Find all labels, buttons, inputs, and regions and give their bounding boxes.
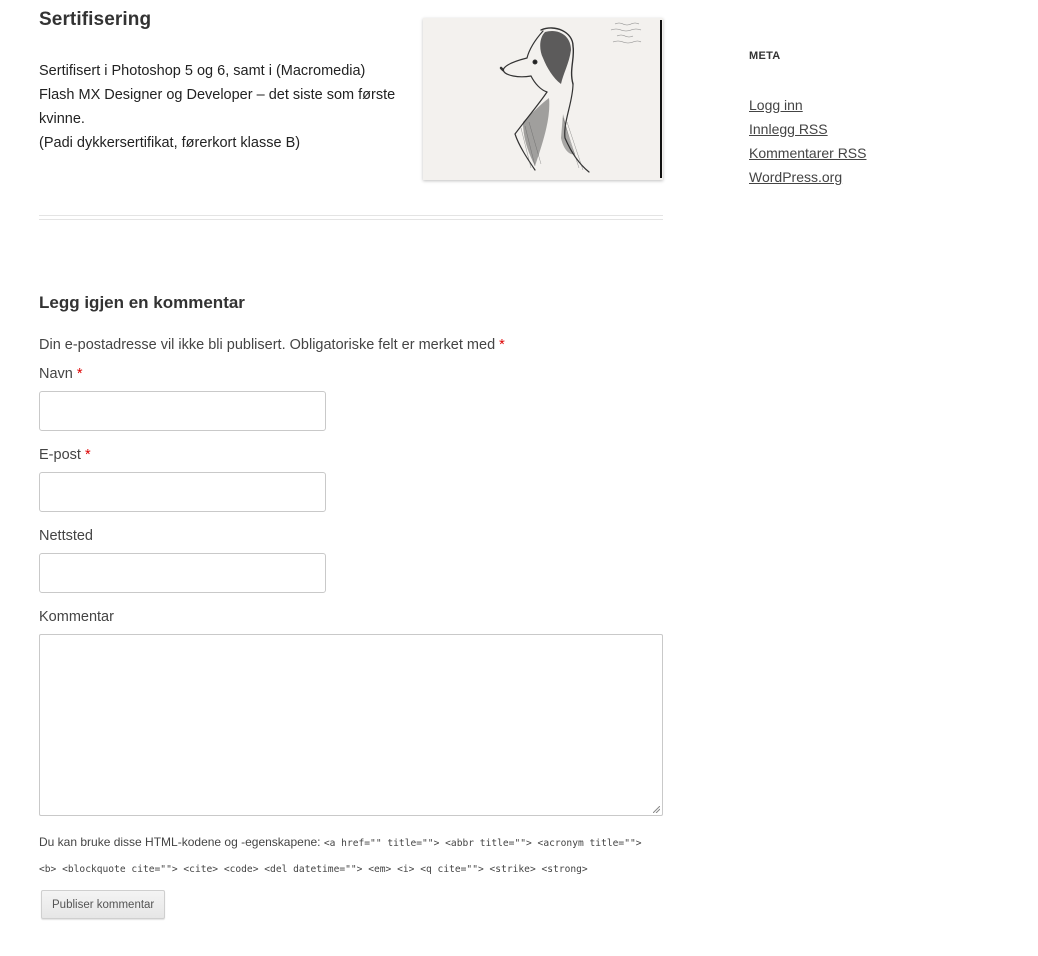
- required-marker: *: [84, 447, 91, 463]
- meta-widget-title: META: [749, 50, 781, 62]
- name-label: Navn *: [39, 366, 83, 382]
- meta-item: Innlegg RSS: [749, 117, 866, 141]
- name-input[interactable]: [39, 391, 326, 431]
- wordpress-org-link[interactable]: WordPress.org: [749, 169, 842, 185]
- certification-title: Sertifisering: [39, 9, 152, 30]
- name-label-text: Navn: [39, 366, 73, 382]
- separator: [39, 219, 663, 220]
- comment-label: Kommentar: [39, 609, 114, 625]
- url-label: Nettsted: [39, 528, 93, 544]
- login-link[interactable]: Logg inn: [749, 97, 803, 113]
- comment-textarea[interactable]: [39, 634, 663, 816]
- certification-line: (Padi dykkersertifikat, førerkort klasse…: [39, 135, 301, 151]
- allowed-tags-code: <b> <blockquote cite=""> <cite> <code> <…: [39, 864, 588, 875]
- allowed-tags-code: <a href="" title=""> <abbr title=""> <ac…: [323, 838, 642, 849]
- meta-item: Kommentarer RSS: [749, 141, 866, 165]
- comment-notes: Din e-postadresse vil ikke bli publisert…: [39, 337, 505, 353]
- certification-line: Sertifisert i Photoshop 5 og 6, samt i (…: [39, 63, 366, 79]
- required-marker: *: [76, 366, 83, 382]
- allowed-tags-line: Du kan bruke disse HTML-kodene og -egens…: [39, 830, 679, 856]
- comment-notes-text: Din e-postadresse vil ikke bli publisert…: [39, 337, 496, 353]
- certification-line: Flash MX Designer og Developer – det sis…: [39, 87, 396, 103]
- submit-comment-button[interactable]: Publiser kommentar: [41, 890, 166, 919]
- required-marker: *: [499, 337, 505, 353]
- certification-line: kvinne.: [39, 111, 85, 127]
- separator: [39, 215, 663, 216]
- meta-links: Logg inn Innlegg RSS Kommentarer RSS Wor…: [749, 93, 866, 189]
- email-input[interactable]: [39, 472, 326, 512]
- meta-item: Logg inn: [749, 93, 866, 117]
- reply-title: Legg igjen en kommentar: [39, 293, 245, 312]
- meta-item: WordPress.org: [749, 165, 866, 189]
- entries-rss-link[interactable]: Innlegg RSS: [749, 121, 828, 137]
- allowed-tags: Du kan bruke disse HTML-kodene og -egens…: [39, 830, 679, 882]
- email-label: E-post *: [39, 447, 91, 463]
- dog-sketch-image[interactable]: [423, 18, 663, 180]
- certification-text: Sertifisert i Photoshop 5 og 6, samt i (…: [39, 59, 409, 155]
- allowed-tags-line: <b> <blockquote cite=""> <cite> <code> <…: [39, 856, 679, 882]
- comments-rss-link[interactable]: Kommentarer RSS: [749, 145, 866, 161]
- email-label-text: E-post: [39, 447, 81, 463]
- allowed-tags-intro: Du kan bruke disse HTML-kodene og -egens…: [39, 835, 321, 849]
- url-input[interactable]: [39, 553, 326, 593]
- resize-grip-icon[interactable]: [653, 806, 660, 813]
